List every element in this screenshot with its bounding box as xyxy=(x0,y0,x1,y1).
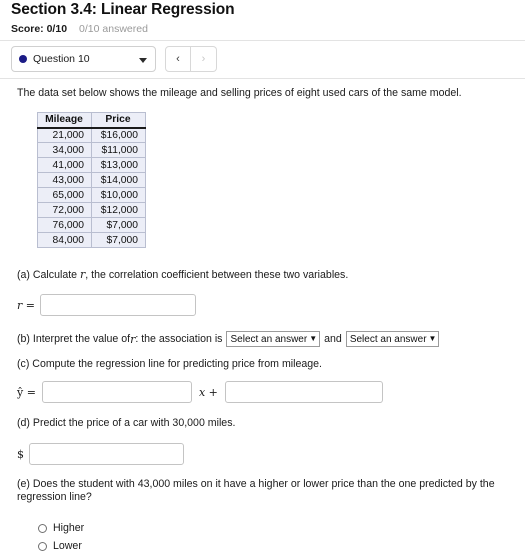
cell-price: $12,000 xyxy=(91,202,146,218)
cell-mileage: 65,000 xyxy=(37,187,92,203)
cell-price: $11,000 xyxy=(91,142,146,158)
question-select[interactable]: Question 10 xyxy=(11,46,156,72)
dataset-table: Mileage Price 21,000 $16,000 34,000 $11,… xyxy=(37,112,146,248)
part-b-text-pre: (b) Interpret the value of xyxy=(17,333,131,345)
previous-question-button[interactable]: ‹ xyxy=(165,46,191,72)
question-prompt: The data set below shows the mileage and… xyxy=(17,87,462,99)
cell-mileage: 72,000 xyxy=(37,202,92,218)
radio-option-lower[interactable]: Lower xyxy=(38,537,84,555)
part-a-answer-row: r = xyxy=(17,294,196,316)
part-a-input-label: r = xyxy=(17,296,35,314)
answered-value: 0/10 answered xyxy=(79,23,148,35)
cell-price: $16,000 xyxy=(91,127,146,143)
table-row: 34,000 $11,000 xyxy=(37,142,146,158)
column-header-price: Price xyxy=(91,112,146,129)
cell-mileage: 76,000 xyxy=(37,217,92,233)
part-a-text: (a) Calculate r, the correlation coeffic… xyxy=(17,268,348,281)
table-row: 41,000 $13,000 xyxy=(37,157,146,173)
part-c-text: (c) Compute the regression line for pred… xyxy=(17,358,322,370)
page-title: Section 3.4: Linear Regression xyxy=(11,1,235,18)
table-row: 72,000 $12,000 xyxy=(37,202,146,218)
next-question-button[interactable]: › xyxy=(191,46,217,72)
part-b-conjunction: and xyxy=(324,333,342,345)
part-a-text-post: , the correlation coefficient between th… xyxy=(85,269,349,281)
association-direction-select-value: Select an answer xyxy=(230,333,308,345)
part-d-answer-row: $ xyxy=(17,443,184,465)
chevron-down-icon xyxy=(139,57,147,63)
part-b-text-mid: : the association is xyxy=(135,333,223,345)
cell-mileage: 84,000 xyxy=(37,232,92,248)
part-e-text: (e) Does the student with 43,000 miles o… xyxy=(17,478,495,503)
cell-mileage: 34,000 xyxy=(37,142,92,158)
score-value: Score: 0/10 xyxy=(11,23,68,35)
question-page: Section 3.4: Linear Regression Score: 0/… xyxy=(0,0,525,559)
question-status-dot-icon xyxy=(19,55,27,63)
regression-equation-label: ŷ = xyxy=(17,385,36,399)
part-c-answer-row: ŷ = x + xyxy=(17,381,383,403)
table-header-row: Mileage Price xyxy=(37,112,146,129)
part-b-row: (b) Interpret the value of r: the associ… xyxy=(17,331,443,347)
table-row: 76,000 $7,000 xyxy=(37,217,146,233)
correlation-coefficient-input[interactable] xyxy=(39,294,196,316)
part-a-label-equals: = xyxy=(22,299,35,312)
question-step-buttons: ‹ › xyxy=(165,46,217,72)
association-strength-select-value: Select an answer xyxy=(349,333,427,345)
regression-slope-input[interactable] xyxy=(41,381,192,403)
radio-button-icon[interactable] xyxy=(38,523,47,533)
cell-price: $7,000 xyxy=(91,232,146,248)
table-row: 65,000 $10,000 xyxy=(37,187,146,203)
cell-price: $10,000 xyxy=(91,187,146,203)
question-select-label: Question 10 xyxy=(33,53,90,65)
part-d-text: (d) Predict the price of a car with 30,0… xyxy=(17,417,236,429)
column-header-mileage: Mileage xyxy=(37,112,92,129)
cell-mileage: 21,000 xyxy=(37,127,92,143)
part-e-radio-group: Higher Lower xyxy=(38,519,84,555)
regression-intercept-input[interactable] xyxy=(224,381,383,403)
cell-mileage: 41,000 xyxy=(37,157,92,173)
dollar-sign-label: $ xyxy=(17,447,24,461)
divider-bottom xyxy=(0,78,525,79)
divider-top xyxy=(0,40,525,41)
radio-label-lower: Lower xyxy=(53,540,82,552)
predicted-price-input[interactable] xyxy=(29,443,184,465)
score-line: Score: 0/10 0/10 answered xyxy=(11,23,148,35)
table-row: 43,000 $14,000 xyxy=(37,172,146,188)
chevron-down-icon: ▼ xyxy=(309,334,318,343)
chevron-down-icon: ▼ xyxy=(428,334,437,343)
cell-price: $14,000 xyxy=(91,172,146,188)
table-row: 84,000 $7,000 xyxy=(37,232,146,248)
part-a-text-pre: (a) Calculate xyxy=(17,269,80,281)
association-strength-select[interactable]: Select an answer ▼ xyxy=(345,331,440,347)
radio-label-higher: Higher xyxy=(53,522,85,534)
cell-price: $7,000 xyxy=(91,217,146,233)
table-row: 21,000 $16,000 xyxy=(37,127,146,143)
radio-option-higher[interactable]: Higher xyxy=(38,519,84,537)
question-navigation: Question 10 ‹ › xyxy=(11,46,217,72)
cell-mileage: 43,000 xyxy=(37,172,92,188)
regression-x-plus-label: x + xyxy=(198,385,218,399)
radio-button-icon[interactable] xyxy=(38,541,47,551)
association-direction-select[interactable]: Select an answer ▼ xyxy=(226,331,321,347)
cell-price: $13,000 xyxy=(91,157,146,173)
